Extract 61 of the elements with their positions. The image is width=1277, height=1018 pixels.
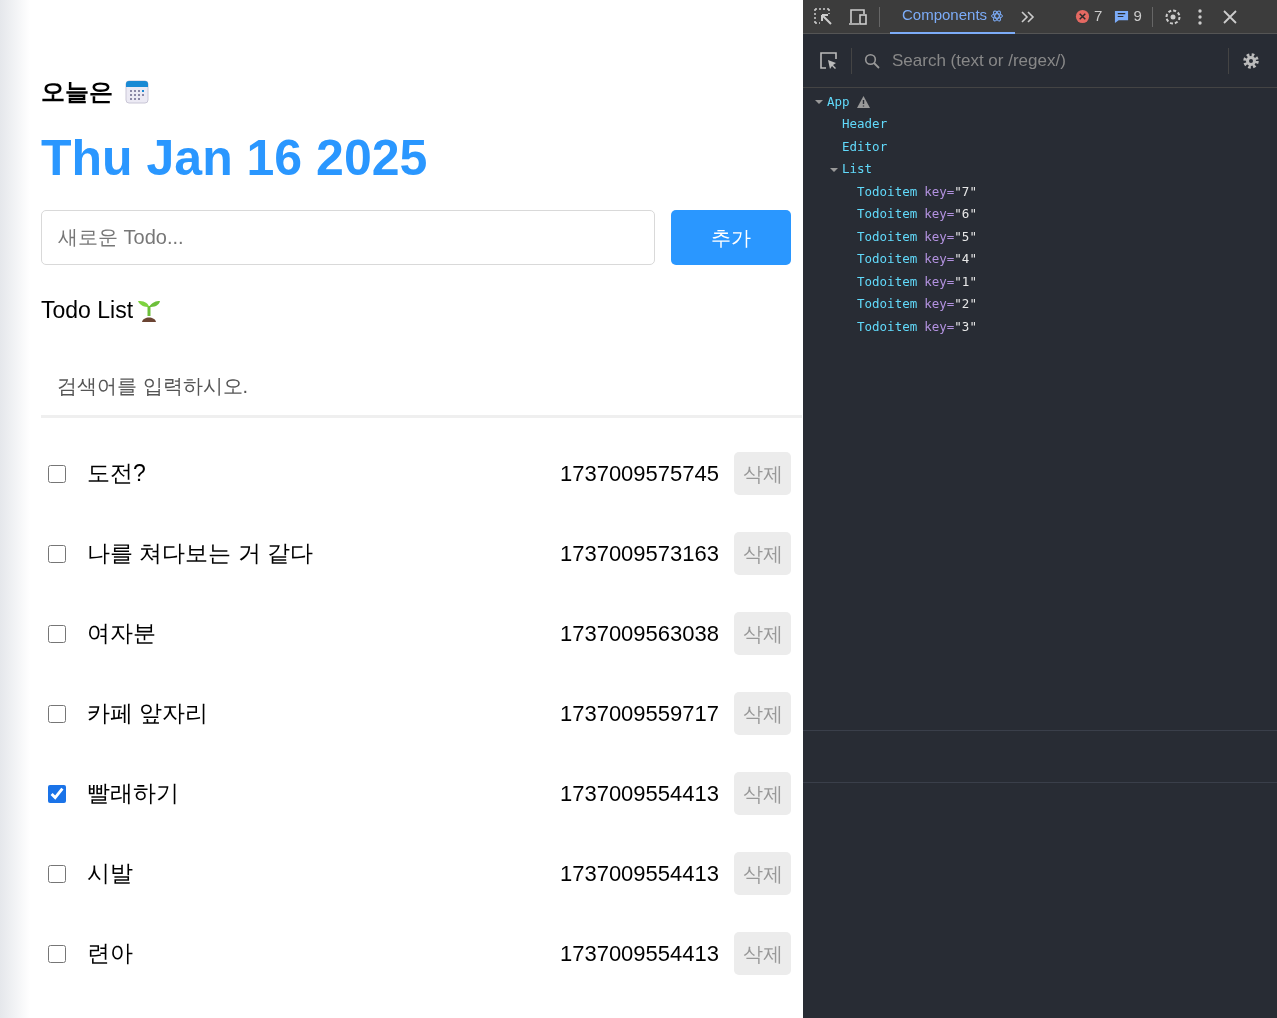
todo-checkbox[interactable]: [48, 544, 66, 563]
header-title: 오늘은: [41, 77, 113, 107]
todo-checkbox[interactable]: [48, 704, 66, 723]
todo-date: 1737009554413: [559, 940, 719, 968]
todo-date: 1737009554413: [559, 860, 719, 888]
todo-content: 카페 앞자리: [87, 699, 210, 729]
todo-checkbox[interactable]: [48, 864, 66, 883]
component-key: key="7": [924, 182, 977, 202]
component-name[interactable]: List: [842, 160, 873, 180]
message-icon[interactable]: [1114, 9, 1130, 24]
todo-content: 여자분: [87, 619, 157, 649]
todo-checkbox[interactable]: [48, 784, 66, 803]
component-name[interactable]: Todoitem: [857, 317, 918, 337]
component-key: key="4": [924, 250, 977, 270]
date-heading: Thu Jan 16 2025: [41, 129, 429, 188]
todo-date: 1737009573163: [559, 540, 719, 568]
component-key: key="2": [924, 295, 977, 315]
todo-date: 1737009563038: [559, 620, 719, 648]
components-tab[interactable]: Components: [890, 0, 1016, 34]
component-name[interactable]: Todoitem: [857, 182, 918, 202]
settings-icon[interactable]: [1241, 50, 1261, 71]
search-icon: [864, 52, 880, 69]
expand-toggle-icon[interactable]: [830, 165, 838, 174]
component-search-field[interactable]: Search (text or /regex/): [892, 47, 1216, 74]
component-name[interactable]: Todoitem: [857, 272, 918, 292]
calendar-icon: [125, 80, 149, 104]
component-name[interactable]: Todoitem: [857, 250, 918, 270]
close-icon[interactable]: [1222, 9, 1237, 24]
more-options-icon[interactable]: [1196, 7, 1203, 26]
component-key: key="1": [924, 272, 977, 292]
component-key: key="5": [924, 227, 977, 247]
todo-content: 나를 쳐다보는 거 같다: [87, 539, 315, 569]
search-input[interactable]: 검색어를 입력하시오.: [41, 357, 802, 418]
todo-checkbox[interactable]: [48, 624, 66, 643]
atom-icon: [991, 9, 1004, 22]
component-name[interactable]: Todoitem: [857, 295, 918, 315]
component-key: key="3": [924, 317, 977, 337]
component-name[interactable]: Editor: [842, 137, 888, 157]
todo-content: 도전?: [87, 459, 147, 489]
todo-content: 시발: [87, 859, 134, 889]
list-title: Todo List: [41, 296, 134, 325]
error-icon[interactable]: [1075, 9, 1091, 24]
component-name[interactable]: App: [827, 92, 850, 112]
todo-checkbox[interactable]: [48, 464, 66, 483]
todo-date: 1737009559717: [559, 700, 719, 728]
todo-date: 1737009575745: [559, 460, 719, 488]
todo-date: 1737009554413: [559, 780, 719, 808]
todo-checkbox[interactable]: [48, 944, 66, 963]
device-toolbar-icon[interactable]: [847, 6, 869, 27]
component-key: key="6": [924, 205, 977, 225]
seedling-icon: [137, 298, 162, 323]
message-count[interactable]: 9: [1133, 5, 1142, 28]
component-name[interactable]: Todoitem: [857, 227, 918, 247]
new-todo-input[interactable]: 새로운 Todo...: [41, 210, 655, 265]
todo-content: 빨래하기: [87, 779, 180, 809]
expand-toggle-icon[interactable]: [815, 98, 823, 107]
component-name[interactable]: Header: [842, 115, 888, 135]
error-count[interactable]: 7: [1094, 5, 1103, 28]
todo-content: 련아: [87, 939, 134, 969]
component-name[interactable]: Todoitem: [857, 205, 918, 225]
select-element-icon[interactable]: [819, 50, 839, 71]
